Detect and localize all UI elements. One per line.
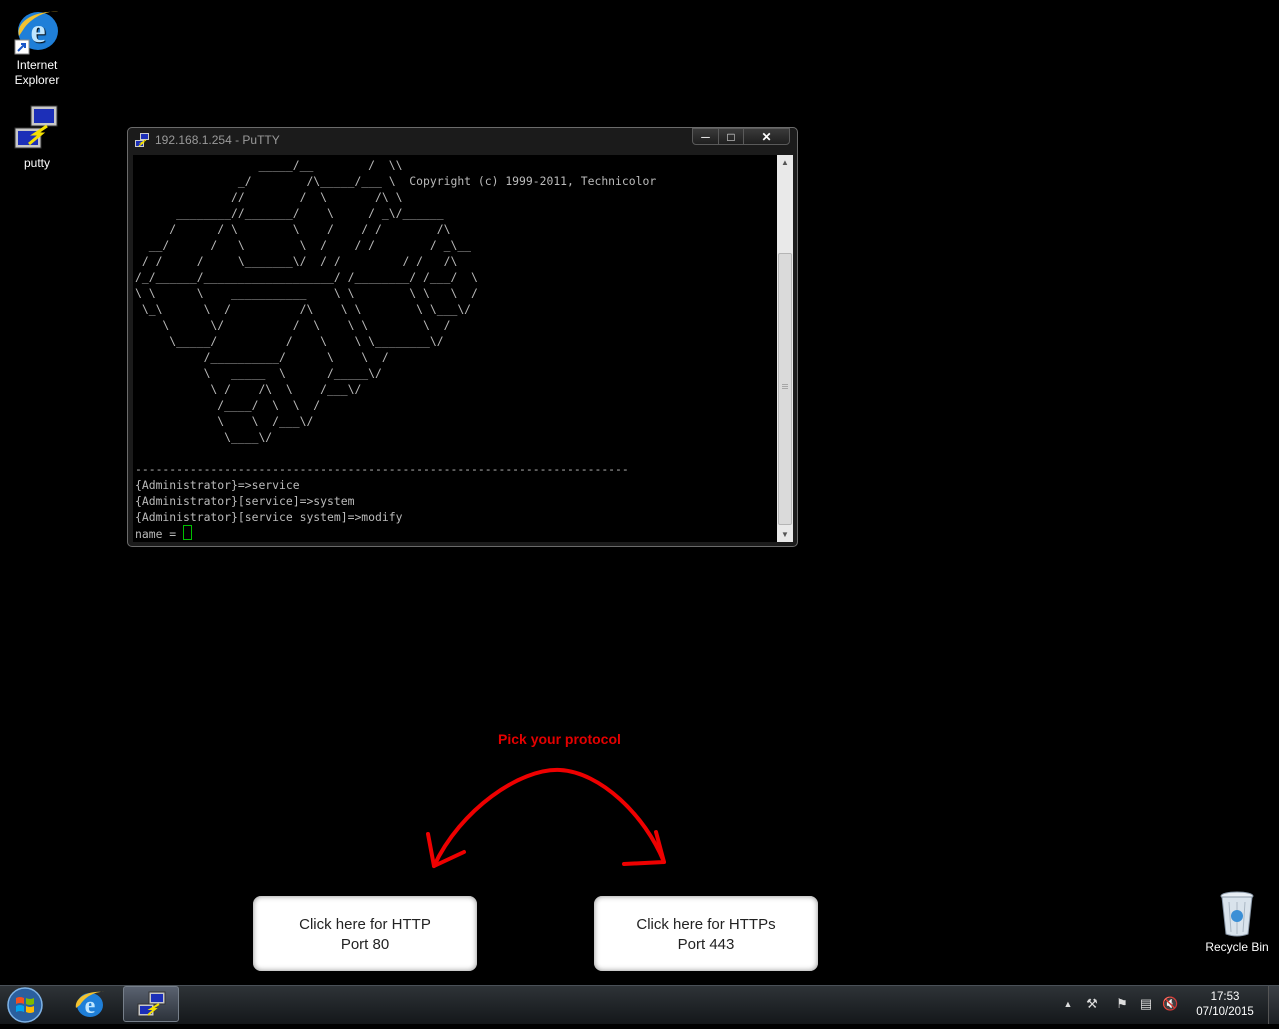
action-center-flag-icon[interactable]: ⚑: [1114, 996, 1130, 1012]
putty-titlebar[interactable]: 192.168.1.254 - PuTTY ─ □ ✕: [128, 128, 797, 154]
taskbar-internet-explorer[interactable]: e: [62, 986, 118, 1022]
terminal-prompt: name =: [135, 527, 184, 541]
annotation-text: Pick your protocol: [498, 731, 621, 747]
maximize-icon: □: [727, 130, 735, 144]
network-tools-icon[interactable]: ⚒: [1084, 996, 1100, 1012]
internet-explorer-icon: e: [75, 991, 104, 1019]
https-port-443-button[interactable]: Click here for HTTPs Port 443: [594, 896, 818, 971]
volume-muted-icon[interactable]: 🔇: [1162, 996, 1178, 1012]
scroll-up-arrow-icon[interactable]: ▲: [777, 155, 793, 170]
putty-icon: [137, 991, 166, 1017]
terminal-cursor: [183, 525, 193, 540]
clock-time: 17:53: [1210, 991, 1240, 1003]
scroll-down-arrow-icon[interactable]: ▼: [777, 527, 793, 542]
start-button[interactable]: [4, 986, 46, 1024]
show-hidden-icons-arrow[interactable]: ▲: [1060, 996, 1076, 1012]
windows-start-icon: [7, 987, 43, 1023]
vertical-scrollbar[interactable]: ▲ ― ― ― ▼: [777, 155, 793, 542]
http-button-line1: Click here for HTTP: [299, 916, 431, 933]
taskbar-putty[interactable]: [123, 986, 179, 1022]
desktop-icon-recycle-bin[interactable]: Recycle Bin: [1199, 890, 1275, 955]
clock-date: 07/10/2015: [1196, 1006, 1254, 1018]
close-button[interactable]: ✕: [743, 128, 790, 145]
taskbar: e ▲ ⚒ ⚑ ▤ 🔇 17:53 07/10/2015: [0, 985, 1279, 1024]
terminal-lines: _____/__ / \\ _/ /\_____/___ \ Copyright…: [135, 158, 657, 524]
system-clock[interactable]: 17:53 07/10/2015: [1188, 990, 1262, 1020]
putty-window[interactable]: 192.168.1.254 - PuTTY ─ □ ✕ _____/__ / \…: [127, 127, 798, 547]
https-button-line1: Click here for HTTPs: [636, 916, 776, 933]
minimize-button[interactable]: ─: [692, 128, 719, 145]
scrollbar-thumb[interactable]: ― ― ―: [778, 253, 792, 525]
desktop-icon-label: Recycle Bin: [1205, 940, 1269, 954]
window-title: 192.168.1.254 - PuTTY: [155, 133, 280, 147]
desktop-icon-label: Explorer: [14, 73, 60, 87]
putty-title-icon: [135, 133, 149, 147]
scrollbar-grip-icon: ― ― ―: [782, 382, 788, 392]
putty-icon: [13, 104, 61, 154]
desktop-icon-putty[interactable]: putty: [0, 104, 74, 171]
desktop-icon-internet-explorer[interactable]: e Internet Explorer: [0, 6, 74, 88]
internet-explorer-icon: e: [13, 6, 61, 56]
close-icon: ✕: [761, 130, 772, 144]
terminal-area[interactable]: _____/__ / \\ _/ /\_____/___ \ Copyright…: [133, 155, 777, 542]
terminal-output: _____/__ / \\ _/ /\_____/___ \ Copyright…: [135, 157, 656, 542]
network-icon[interactable]: ▤: [1138, 996, 1154, 1012]
red-arrows-annotation: [426, 767, 666, 868]
https-button-line2: Port 443: [677, 936, 735, 953]
desktop-icon-label: putty: [23, 156, 50, 170]
minimize-icon: ─: [701, 130, 710, 144]
http-port-80-button[interactable]: Click here for HTTP Port 80: [253, 896, 477, 971]
maximize-button[interactable]: □: [718, 128, 744, 145]
http-button-line2: Port 80: [340, 936, 390, 953]
desktop-icon-label: Internet: [16, 58, 58, 72]
recycle-bin-icon: [1217, 890, 1257, 938]
show-desktop-button[interactable]: [1268, 986, 1279, 1024]
